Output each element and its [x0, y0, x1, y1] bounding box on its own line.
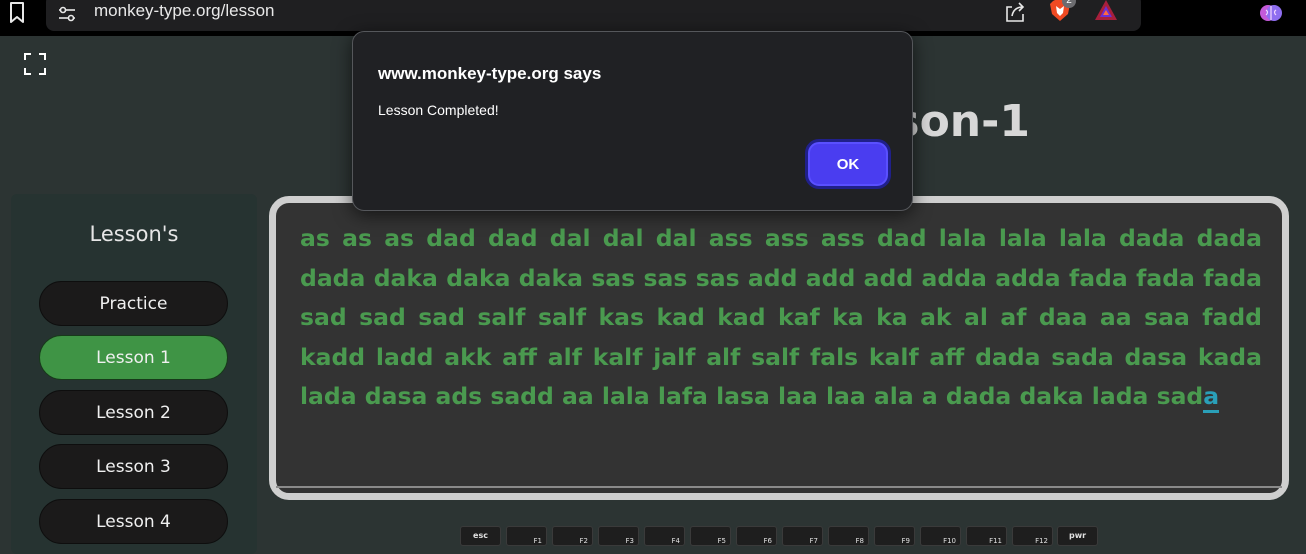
sidebar-item-lesson-1[interactable]: Lesson 1: [39, 335, 228, 380]
key-esc[interactable]: esc: [460, 526, 501, 546]
key-f2[interactable]: F2: [552, 526, 593, 546]
typing-text: as as as dad dad dal dal dal ass ass ass…: [300, 219, 1262, 417]
sidebar-title: Lesson's: [89, 222, 179, 246]
key-label: F11: [989, 537, 1002, 545]
key-label: F12: [1035, 537, 1048, 545]
sidebar-item-lesson-2[interactable]: Lesson 2: [39, 390, 228, 435]
key-f9[interactable]: F9: [874, 526, 915, 546]
share-icon[interactable]: [1004, 1, 1026, 23]
key-label: F5: [717, 537, 726, 545]
key-f12[interactable]: F12: [1012, 526, 1053, 546]
brain-extension-icon[interactable]: [1260, 2, 1282, 24]
dialog-title: www.monkey-type.org says: [378, 64, 602, 83]
bookmark-icon[interactable]: [8, 2, 26, 24]
key-label: F7: [809, 537, 818, 545]
key-f10[interactable]: F10: [920, 526, 961, 546]
typing-divider: [276, 486, 1282, 488]
tune-icon[interactable]: [58, 6, 76, 22]
key-f1[interactable]: F1: [506, 526, 547, 546]
key-f3[interactable]: F3: [598, 526, 639, 546]
key-pwr[interactable]: pwr: [1057, 526, 1098, 546]
key-label: F4: [671, 537, 680, 545]
key-f11[interactable]: F11: [966, 526, 1007, 546]
fullscreen-icon[interactable]: [24, 53, 46, 75]
key-label: F9: [901, 537, 910, 545]
key-label: F2: [579, 537, 588, 545]
sidebar-item-lesson-3[interactable]: Lesson 3: [39, 444, 228, 489]
typing-area[interactable]: as as as dad dad dal dal dal ass ass ass…: [269, 196, 1289, 500]
key-label: F1: [533, 537, 542, 545]
typed-text: as as as dad dad dal dal dal ass ass ass…: [300, 224, 1262, 410]
key-f5[interactable]: F5: [690, 526, 731, 546]
key-label: F10: [943, 537, 956, 545]
key-f6[interactable]: F6: [736, 526, 777, 546]
current-char: a: [1203, 382, 1220, 413]
ok-button[interactable]: OK: [805, 139, 891, 189]
key-label: F3: [625, 537, 634, 545]
sidebar-item-practice[interactable]: Practice: [39, 281, 228, 326]
key-f4[interactable]: F4: [644, 526, 685, 546]
address-bar[interactable]: monkey-type.org/lesson 2: [46, 0, 1141, 31]
key-f8[interactable]: F8: [828, 526, 869, 546]
key-label: F8: [855, 537, 864, 545]
sidebar-item-lesson-4[interactable]: Lesson 4: [39, 499, 228, 544]
lessons-sidebar: Lesson's Practice Lesson 1 Lesson 2 Less…: [11, 194, 257, 554]
key-label: pwr: [1068, 531, 1087, 540]
key-f7[interactable]: F7: [782, 526, 823, 546]
key-label: esc: [473, 531, 488, 540]
dialog-message: Lesson Completed!: [378, 102, 499, 118]
brave-rewards-icon[interactable]: [1094, 0, 1118, 21]
key-label: F6: [763, 537, 772, 545]
shields-count-badge: 2: [1062, 0, 1076, 8]
url-text[interactable]: monkey-type.org/lesson: [94, 1, 274, 21]
alert-dialog: www.monkey-type.org says Lesson Complete…: [352, 31, 913, 211]
